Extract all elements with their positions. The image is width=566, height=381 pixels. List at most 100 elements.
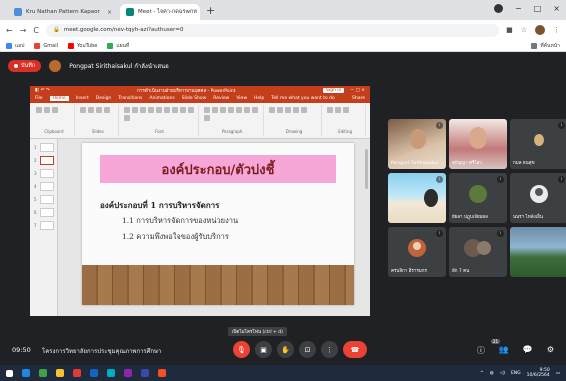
mic-button[interactable]: 🎙 [233, 341, 250, 358]
toolbar-right: ■ ☆ ⋮ [506, 25, 560, 35]
ppt-tab[interactable]: File [35, 96, 43, 101]
system-tray: ^ ◍ ◁) ENG 9:50 10/6/2564 ▭ [480, 368, 560, 378]
activities-icon[interactable]: ⚙ [547, 345, 554, 356]
slide-thumbnail[interactable]: 5 [34, 195, 54, 204]
user-avatar[interactable] [535, 25, 545, 35]
tray-clock[interactable]: 9:50 10/6/2564 [527, 368, 550, 378]
slide-heading: องค์ประกอบที่ 1 การบริหารจัดการ [100, 200, 220, 210]
participant-tile[interactable]: ⁝ นนรา ไหลังเย็น [510, 173, 566, 223]
ppt-tab-home[interactable]: Home [49, 96, 69, 101]
start-icon[interactable] [6, 369, 13, 377]
participant-tile[interactable]: ⁝ ครบลิกา อิรารมกร [388, 227, 446, 277]
recording-icon [14, 64, 18, 68]
new-tab-button[interactable]: + [206, 4, 215, 17]
participant-avatar [530, 185, 548, 203]
present-button[interactable]: ⊡ [299, 341, 316, 358]
menu-icon[interactable]: ⋮ [553, 26, 560, 34]
volume-icon[interactable]: ◁) [500, 371, 505, 376]
shared-screen-powerpoint: ◧ ↶ ↷ การดำเนินงานฝ่ายบริหารงานบุคคล - P… [30, 86, 370, 316]
taskbar-app-icon[interactable] [141, 369, 149, 377]
slide-thumbnail[interactable]: 1 [34, 143, 54, 152]
ppt-tab[interactable]: Animations [149, 96, 174, 101]
taskbar-app-icon[interactable] [124, 369, 132, 377]
maximize-button[interactable]: □ [534, 4, 542, 13]
ppt-sign-in-button[interactable]: Sign in [322, 87, 345, 93]
star-icon[interactable]: ☆ [521, 26, 527, 34]
participant-tile[interactable] [510, 227, 566, 277]
recording-badge: บันทึก [8, 60, 42, 72]
participant-face [410, 129, 426, 149]
language-indicator[interactable]: ENG [511, 371, 521, 376]
mic-tooltip: เปิดไมโครโฟน (ctrl + d) [228, 327, 287, 336]
ppt-tab[interactable]: Slide Show [182, 96, 207, 101]
participant-tile[interactable]: ⁝ Pongpat Sirithaisakul [388, 119, 446, 169]
mic-muted-icon: ⁝ [558, 122, 565, 129]
participant-tile[interactable]: ⁝ ยัยลา ปฎุบเจ้ยมผล [449, 173, 507, 223]
slide-thumbnail[interactable]: 3 [34, 169, 54, 178]
ppt-tell-me[interactable]: Tell me what you want to do [271, 96, 335, 101]
leave-call-button[interactable]: ☎ [343, 341, 367, 358]
close-window-button[interactable]: × [553, 4, 560, 13]
apps-icon [6, 42, 12, 49]
current-slide[interactable]: องค์ประกอบ/ตัวบ่งชี้ องค์ประกอบที่ 1 การ… [82, 143, 354, 305]
ppt-tab[interactable]: Help [254, 96, 264, 101]
slide-thumbnail[interactable]: 7 [34, 221, 54, 230]
back-button[interactable]: ← [6, 26, 13, 35]
ppt-share-button[interactable]: Share [352, 96, 365, 101]
taskbar-app-icon[interactable] [22, 369, 30, 377]
participant-tile[interactable]: ⁝ [388, 173, 446, 223]
ppt-tab[interactable]: View [236, 96, 247, 101]
ribbon-group-editing: Editing [325, 105, 366, 136]
tab-label: Kru Nathan Pattern Kapaor [26, 9, 100, 15]
bookmark-gmail[interactable]: Gmail [34, 42, 58, 49]
camera-button[interactable]: ▣ [255, 341, 272, 358]
bookmark-apps[interactable]: แอป [6, 42, 24, 50]
slide-title: องค์ประกอบ/ตัวบ่งชี้ [100, 155, 336, 183]
taskbar-app-icon[interactable] [56, 369, 64, 377]
meeting-clock: 09:50 [12, 346, 31, 354]
camera-indicator-icon[interactable]: ■ [506, 26, 513, 34]
participant-tile-others[interactable]: ⁝ อีก 7 คน [449, 227, 507, 277]
reload-button[interactable]: C [33, 26, 39, 35]
forward-button[interactable]: → [20, 26, 27, 35]
meeting-info-icon[interactable]: ⓘ [477, 345, 485, 356]
browser-tab-1[interactable]: Kru Nathan Pattern Kapaor × [8, 4, 118, 20]
browser-tab-meet[interactable]: Meet - ไจคา-กดฉรwกห × [120, 4, 200, 20]
taskbar-app-icon[interactable] [90, 369, 98, 377]
slide-thumbnail[interactable]: 2 [34, 156, 54, 165]
participant-tile[interactable]: สุกัญญา ศรีไสว [449, 119, 507, 169]
taskbar-app-icon[interactable] [73, 369, 81, 377]
browser-tab-bar: Kru Nathan Pattern Kapaor × Meet - ไจคา-… [0, 0, 566, 20]
slide-bullet: 1.1 การบริหารจัดการของหน่วยงาน [122, 216, 239, 225]
ppt-tab[interactable]: Design [96, 96, 112, 101]
close-tab-icon[interactable]: × [107, 9, 112, 16]
taskbar-app-icon[interactable] [107, 369, 115, 377]
profile-icon[interactable] [494, 4, 504, 13]
slide-thumbnail[interactable]: 6 [34, 208, 54, 217]
reading-list[interactable]: ที่คั่นหน้า [531, 42, 560, 50]
notification-icon[interactable]: ▭ [556, 371, 560, 376]
bookmark-youtube[interactable]: YouTube [68, 42, 97, 49]
network-icon[interactable]: ◍ [490, 371, 494, 376]
slide-thumbnail[interactable]: 4 [34, 182, 54, 191]
ppt-quick-access-icon[interactable]: ◧ ↶ ↷ [35, 88, 50, 93]
minimize-button[interactable]: − [515, 4, 522, 13]
ppt-tab[interactable]: Insert [76, 96, 89, 101]
ppt-window-controls[interactable]: − □ × [350, 88, 365, 93]
slide-scrollbar[interactable] [365, 149, 368, 189]
chat-icon[interactable]: 💬 [523, 345, 533, 356]
gmail-icon [34, 42, 41, 49]
participant-tile[interactable]: ⁝ กมล ธนสุข [510, 119, 566, 169]
ppt-tab[interactable]: Transitions [118, 96, 142, 101]
tray-up-arrow-icon[interactable]: ^ [480, 371, 484, 376]
raise-hand-button[interactable]: ✋ [277, 341, 294, 358]
url-input[interactable]: 🔒 meet.google.com/nev-tqyh-azi?authuser=… [46, 23, 500, 37]
taskbar-app-icon[interactable] [39, 369, 47, 377]
ppt-tab[interactable]: Review [213, 96, 229, 101]
taskbar-app-icon[interactable] [158, 369, 166, 377]
participant-name: Pongpat Sirithaisakul [391, 161, 439, 166]
more-options-button[interactable]: ⋮ [321, 341, 338, 358]
bookmark-maps[interactable]: แผนที่ [107, 42, 129, 50]
people-icon[interactable]: 👥 [499, 345, 509, 356]
ppt-titlebar: ◧ ↶ ↷ การดำเนินงานฝ่ายบริหารงานบุคคล - P… [30, 86, 370, 94]
